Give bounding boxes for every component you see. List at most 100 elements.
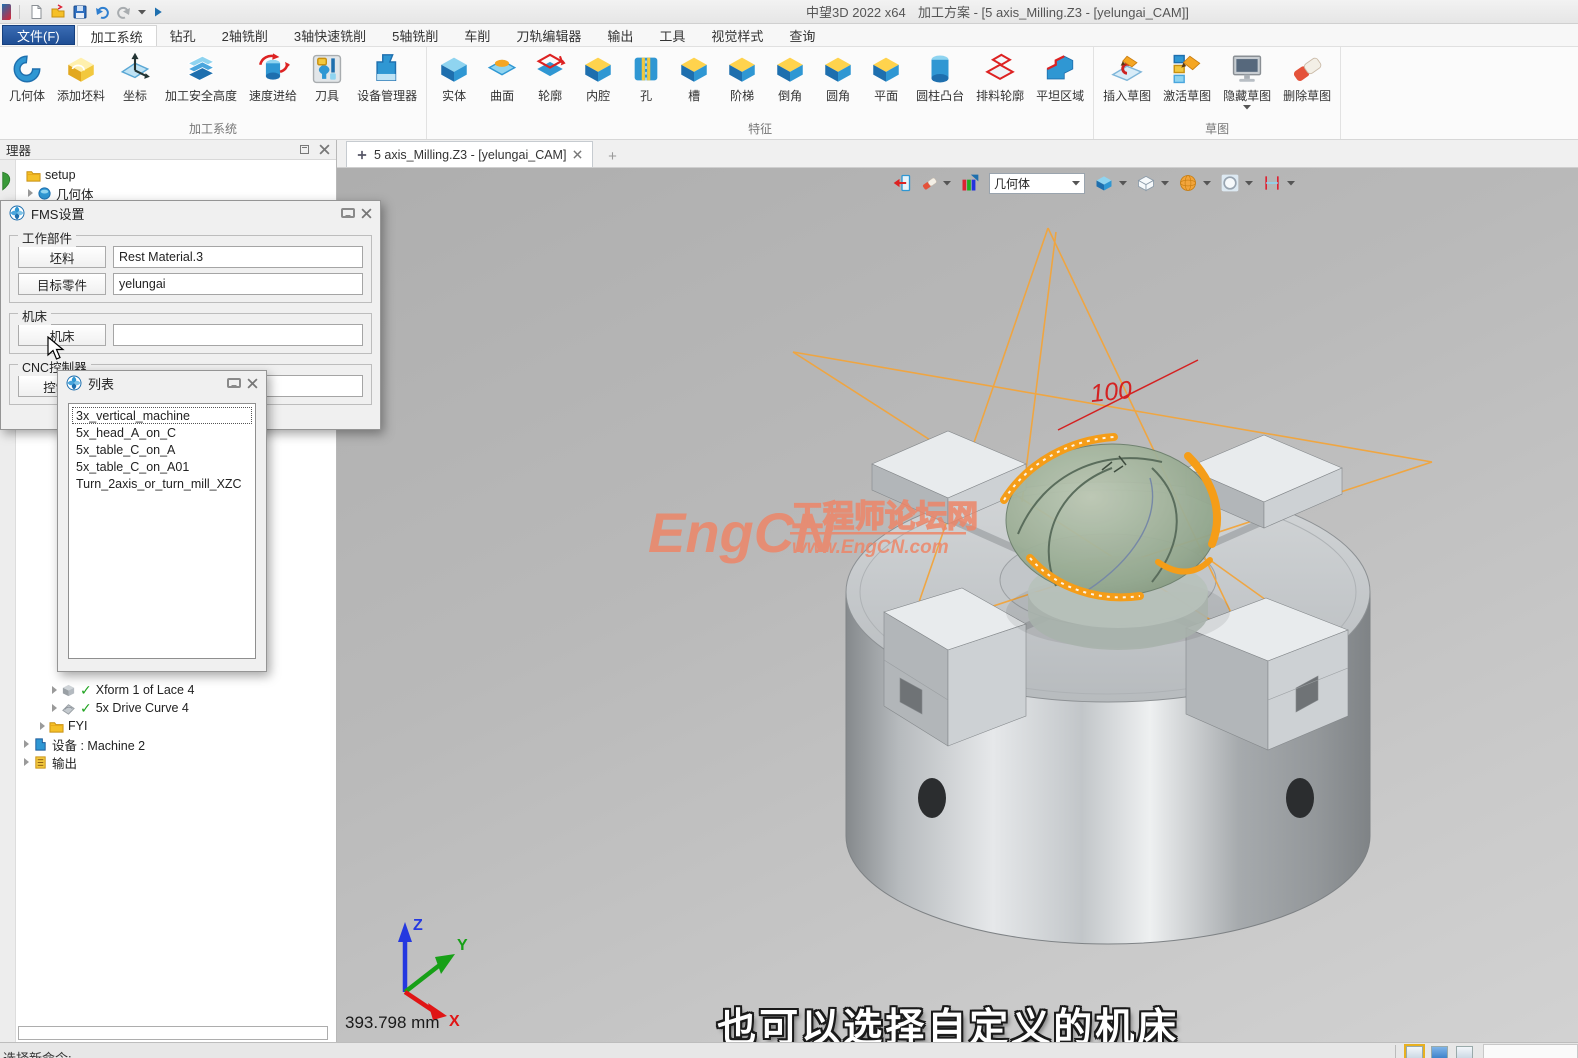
open-file-icon[interactable] [50, 4, 66, 20]
color-filter-icon[interactable] [960, 173, 980, 193]
tree-filter-input[interactable] [18, 1026, 328, 1040]
ribbon-button-hide-sketch[interactable]: 隐藏草图 [1217, 50, 1277, 112]
ribbon-button-profile[interactable]: 轮廓 [526, 50, 574, 106]
fms-dialog-titlebar[interactable]: FMS设置 [1, 201, 380, 225]
menu-tab-visual-style[interactable]: 视觉样式 [698, 24, 776, 46]
tree-item-fyi[interactable]: FYI [40, 717, 87, 735]
render-sphere-icon[interactable] [1178, 173, 1198, 193]
panel-restore-icon[interactable] [300, 145, 309, 154]
list-item-machine[interactable]: Turn_2axis_or_turn_mill_XZC [72, 475, 252, 492]
menu-tab-turning[interactable]: 车削 [451, 24, 503, 46]
view-mode-icon-blue[interactable] [1431, 1046, 1448, 1058]
expander-icon[interactable] [40, 722, 45, 730]
ribbon-button-add-stock[interactable]: 添加坯料 [51, 50, 111, 106]
view-mode-icon-window[interactable] [1456, 1046, 1473, 1058]
play-icon[interactable] [152, 6, 164, 18]
qat-dropdown-icon[interactable] [138, 9, 146, 15]
geometry-filter-combobox[interactable]: 几何体 [989, 172, 1085, 194]
list-dialog-titlebar[interactable]: 列表 [58, 371, 266, 395]
menu-tab-machining-system[interactable]: 加工系统 [76, 25, 157, 46]
new-tab-button[interactable]: + [599, 145, 625, 167]
expander-icon[interactable] [24, 740, 29, 748]
ribbon-button-insert-sketch[interactable]: 插入草图 [1097, 50, 1157, 106]
wireframe-display-icon[interactable] [1136, 173, 1156, 193]
section-dropdown-icon[interactable] [1287, 180, 1295, 186]
ribbon-button-solid[interactable]: 实体 [430, 50, 478, 106]
hide-sketch-dropdown-icon[interactable] [1243, 104, 1251, 110]
menu-tab-output[interactable]: 输出 [594, 24, 646, 46]
shaded-dropdown-icon[interactable] [1119, 180, 1127, 186]
target-part-input[interactable] [113, 273, 363, 295]
menu-tab-2axis-milling[interactable]: 2轴铣削 [209, 24, 281, 46]
ribbon-button-chamfer[interactable]: 倒角 [766, 50, 814, 106]
eraser-dropdown-icon[interactable] [943, 180, 951, 186]
ribbon-button-step[interactable]: 阶梯 [718, 50, 766, 106]
menu-tab-tools[interactable]: 工具 [646, 24, 698, 46]
dialog-close-icon[interactable] [361, 208, 372, 219]
menu-tab-toolpath-editor[interactable]: 刀轨编辑器 [503, 24, 594, 46]
tree-item-drive-curve[interactable]: ✓ 5x Drive Curve 4 [52, 699, 189, 717]
stock-button[interactable]: 坯料 [18, 246, 106, 268]
document-tab-active[interactable]: 5 axis_Milling.Z3 - [yelungai_CAM] [346, 141, 594, 167]
list-item-machine[interactable]: 5x_head_A_on_C [72, 424, 252, 441]
tab-close-icon[interactable] [573, 150, 582, 159]
tree-item-setup[interactable]: setup [26, 166, 76, 184]
machine-listbox[interactable]: 3x_vertical_machine 5x_head_A_on_C 5x_ta… [68, 403, 256, 659]
ribbon-button-delete-sketch[interactable]: 删除草图 [1277, 50, 1337, 106]
tree-item-output[interactable]: 输出 [24, 753, 77, 771]
menu-tab-inquire[interactable]: 查询 [776, 24, 828, 46]
render-dropdown-icon[interactable] [1203, 180, 1211, 186]
highlight-circle-icon[interactable] [1220, 173, 1240, 193]
expander-icon[interactable] [28, 189, 33, 197]
exit-cam-icon[interactable] [892, 173, 912, 193]
redo-icon[interactable] [116, 4, 132, 20]
shaded-display-icon[interactable] [1094, 173, 1114, 193]
ribbon-button-surface[interactable]: 曲面 [478, 50, 526, 106]
undo-icon[interactable] [94, 4, 110, 20]
ribbon-button-cavity[interactable]: 内腔 [574, 50, 622, 106]
expander-icon[interactable] [52, 686, 57, 694]
list-item-machine[interactable]: 5x_table_C_on_A [72, 441, 252, 458]
new-file-icon[interactable] [28, 4, 44, 20]
menu-file[interactable]: 文件(F) [2, 25, 75, 45]
ribbon-button-tool[interactable]: 刀具 [303, 50, 351, 106]
tree-item-machine[interactable]: 设备 : Machine 2 [24, 735, 145, 753]
ribbon-button-plane[interactable]: 平面 [862, 50, 910, 106]
section-view-icon[interactable] [1262, 173, 1282, 193]
eraser-blank-icon[interactable] [921, 175, 938, 192]
panel-close-icon[interactable] [319, 144, 330, 155]
ribbon-button-speed-feed[interactable]: 速度进给 [243, 50, 303, 106]
wireframe-dropdown-icon[interactable] [1161, 180, 1169, 186]
list-item-machine[interactable]: 5x_table_C_on_A01 [72, 458, 252, 475]
ribbon-button-geometry[interactable]: 几何体 [3, 50, 51, 106]
dialog-comment-icon[interactable] [227, 378, 241, 388]
list-item-machine[interactable]: 3x_vertical_machine [72, 407, 252, 424]
expander-icon[interactable] [52, 704, 57, 712]
ribbon-button-activate-sketch[interactable]: 激活草图 [1157, 50, 1217, 106]
ribbon-button-coordinate[interactable]: 坐标 [111, 50, 159, 106]
ribbon-button-cylinder-boss[interactable]: 圆柱凸台 [910, 50, 970, 106]
menu-tab-3axis-quick-milling[interactable]: 3轴快速铣削 [281, 24, 379, 46]
3d-viewport[interactable]: 100 EngCN 工程师论坛网 www.EngCN.com 几何体 Z Y X… [337, 168, 1578, 1042]
ribbon-button-fillet[interactable]: 圆角 [814, 50, 862, 106]
ribbon-button-nesting-profile[interactable]: 排料轮廓 [970, 50, 1030, 106]
tree-item-xform[interactable]: ✓ Xform 1 of Lace 4 [52, 681, 194, 699]
ribbon-button-safe-height[interactable]: 加工安全高度 [159, 50, 243, 106]
expander-icon[interactable] [24, 758, 29, 766]
highlight-dropdown-icon[interactable] [1245, 180, 1253, 186]
ribbon-button-machine-manager[interactable]: 设备管理器 [351, 50, 423, 106]
ribbon-button-hole[interactable]: 孔 [622, 50, 670, 106]
stock-value-input[interactable] [113, 246, 363, 268]
ribbon-button-flat-region[interactable]: 平坦区域 [1030, 50, 1090, 106]
ribbon-button-slot[interactable]: 槽 [670, 50, 718, 106]
target-part-button[interactable]: 目标零件 [18, 273, 106, 295]
dimension-annotation[interactable]: 100 [1057, 359, 1199, 431]
menu-tab-5axis-milling[interactable]: 5轴铣削 [379, 24, 451, 46]
impeller-part[interactable] [1000, 433, 1230, 650]
3d-viewport-scene[interactable]: 100 EngCN 工程师论坛网 www.EngCN.com [337, 168, 1578, 1042]
menu-tab-drilling[interactable]: 钻孔 [157, 24, 209, 46]
save-icon[interactable] [72, 4, 88, 20]
dialog-comment-icon[interactable] [341, 208, 355, 218]
dialog-close-icon[interactable] [247, 378, 258, 389]
machine-list-dialog[interactable]: 列表 3x_vertical_machine 5x_head_A_on_C 5x… [57, 370, 267, 672]
